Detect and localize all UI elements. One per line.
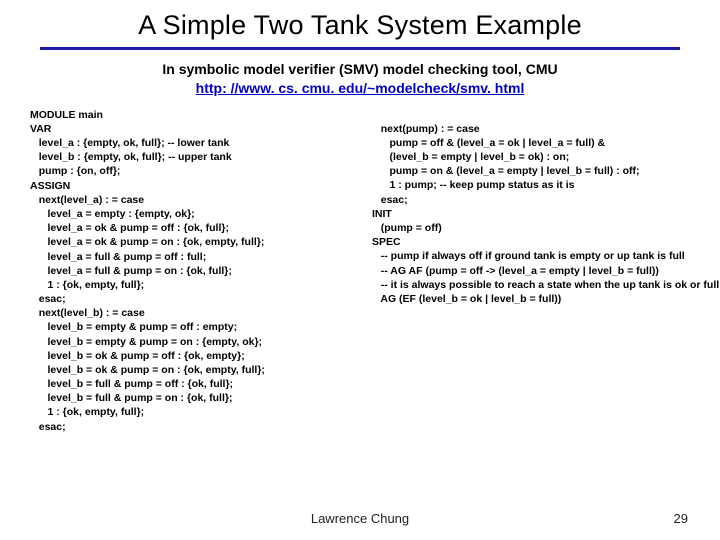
- slide-title: A Simple Two Tank System Example: [0, 0, 720, 47]
- intro-text: In symbolic model verifier (SMV) model c…: [162, 61, 557, 77]
- title-rule: [40, 47, 680, 50]
- slide: A Simple Two Tank System Example In symb…: [0, 0, 720, 540]
- code-column-left: MODULE main VAR level_a : {empty, ok, fu…: [30, 108, 360, 434]
- intro-link[interactable]: http: //www. cs. cmu. edu/~modelcheck/sm…: [196, 80, 525, 96]
- footer-author: Lawrence Chung: [0, 511, 720, 526]
- page-number: 29: [674, 511, 688, 526]
- intro-block: In symbolic model verifier (SMV) model c…: [60, 60, 660, 98]
- code-area: MODULE main VAR level_a : {empty, ok, fu…: [0, 108, 720, 434]
- code-column-right: next(pump) : = case pump = off & (level_…: [372, 108, 719, 306]
